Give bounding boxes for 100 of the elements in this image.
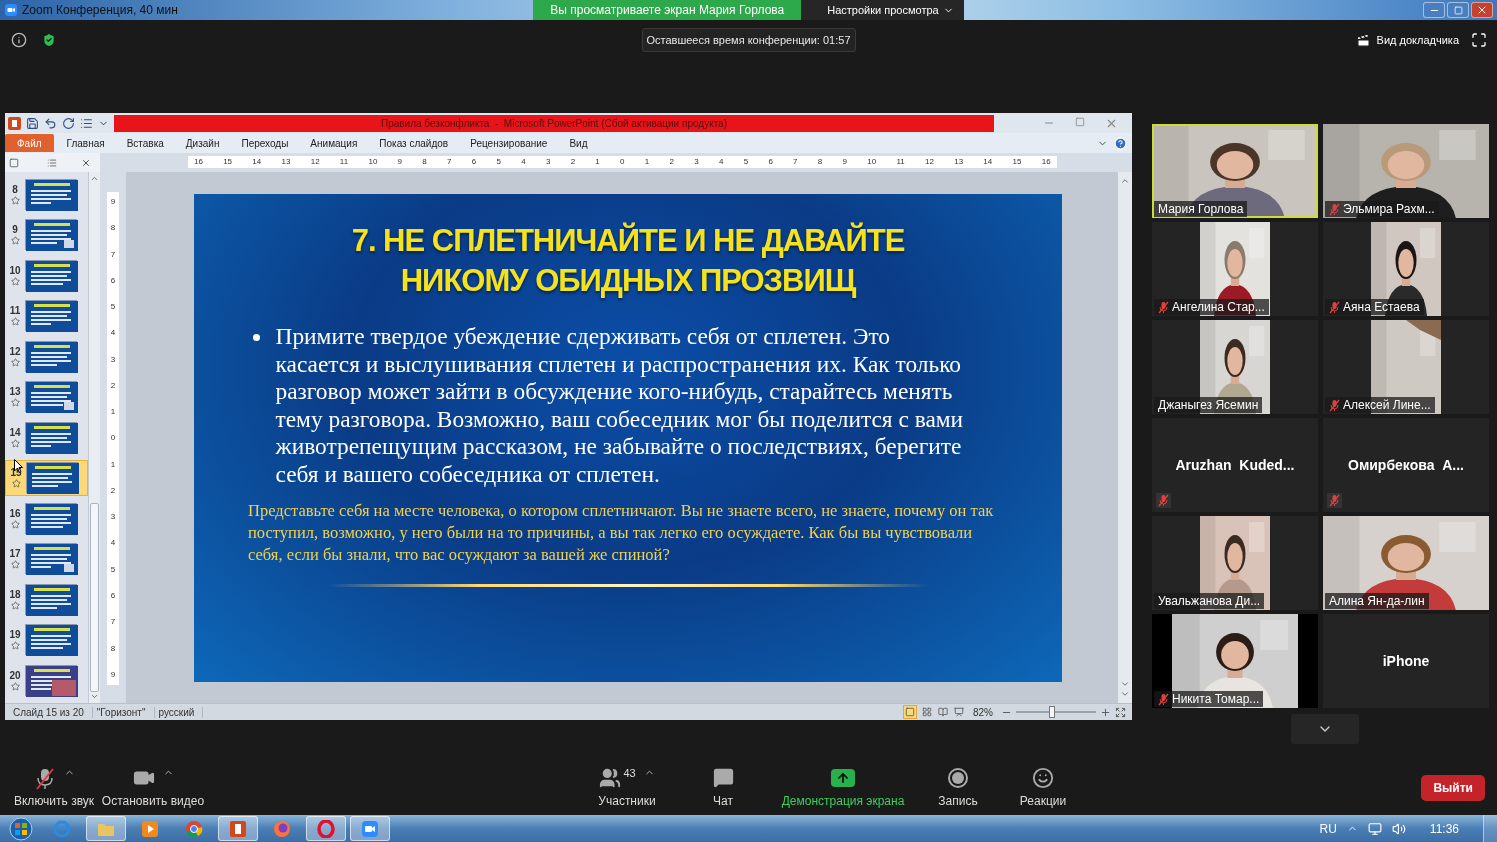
star-icon: [11, 479, 21, 489]
star-icon: [10, 438, 20, 448]
ruler-number: 8: [817, 158, 823, 166]
ribbon-tab[interactable]: Главная: [66, 134, 105, 152]
participant-name: Aruzhan Kuded...: [1175, 457, 1295, 473]
ribbon-tab[interactable]: Рецензирование: [470, 134, 548, 152]
participant-name: Никита Томар...: [1172, 692, 1260, 706]
ribbon-tab[interactable]: Вид: [569, 134, 588, 152]
ribbon-tab[interactable]: Показ слайдов: [379, 134, 449, 152]
speaker-view-icon: [1355, 32, 1371, 48]
video-tile[interactable]: Омирбекова А...: [1323, 418, 1489, 512]
maximize-button[interactable]: [1447, 2, 1469, 18]
scroll-up-icon[interactable]: [1120, 176, 1130, 186]
video-tile[interactable]: Алексей Лине...: [1323, 320, 1489, 414]
restore-button[interactable]: [1075, 116, 1085, 127]
video-tile[interactable]: Aruzhan Kuded...: [1152, 418, 1318, 512]
toolbar-button[interactable]: 43 Участники: [596, 767, 658, 808]
video-tile[interactable]: Джаныгез Ясемин: [1152, 320, 1318, 414]
language-indicator[interactable]: RU: [1319, 821, 1337, 836]
bullet-text: Примите твердое убеждение сдерживать себя от сплетен. Это касается и выслушивания сплетен и распространения их. Как только разговор может зайти в обсуждение кого-нибудь, старайтесь менять тему разговора. Возможно, ваш собеседник мог бы поделится с вами животрепещущим рассказом, не забывайте о последствиях, берегите себя и вашего собеседника от сплетен.: [275, 323, 965, 488]
outline-tab-icon[interactable]: [47, 157, 57, 168]
shield-icon[interactable]: [41, 32, 57, 48]
slideshow-icon[interactable]: [953, 706, 965, 718]
close-pane-icon[interactable]: [81, 157, 91, 168]
minimize-button[interactable]: [1423, 2, 1445, 18]
previous-slide-icon[interactable]: [1120, 679, 1130, 689]
video-tile[interactable]: Мария Горлова: [1152, 124, 1318, 218]
fullscreen-icon[interactable]: [1471, 32, 1487, 48]
view-options-button[interactable]: Настройки просмотра: [801, 0, 964, 20]
participant-name: Аяна Естаева: [1343, 300, 1420, 314]
ruler-number: 2: [570, 158, 576, 166]
video-tile[interactable]: Алина Ян-да-лин: [1323, 516, 1489, 610]
ruler-number: 0: [110, 434, 116, 443]
toolbar-button[interactable]: Чат: [693, 767, 753, 808]
time-remaining-label: Оставшееся время конференции: 01:57: [641, 28, 856, 52]
reading-view-icon[interactable]: [937, 706, 949, 718]
network-icon[interactable]: [1367, 821, 1382, 836]
ruler-number: 15: [223, 158, 233, 166]
window-title: Zoom Конференция, 40 мин: [22, 3, 178, 17]
next-slide-icon[interactable]: [1120, 689, 1130, 699]
ribbon-tab[interactable]: Файл: [5, 134, 54, 152]
redo-icon[interactable]: [62, 116, 75, 130]
speaker-view-button[interactable]: Вид докладчика: [1355, 32, 1459, 48]
close-button[interactable]: [1471, 2, 1493, 18]
ruler-number: 16: [194, 158, 203, 166]
ruler-number: 15: [1012, 158, 1022, 166]
slide-number: 16: [9, 507, 21, 519]
volume-icon[interactable]: [1391, 821, 1406, 836]
participant-name: Алексей Лине...: [1343, 398, 1431, 412]
star-icon: [10, 398, 20, 408]
reactions-icon: [1032, 767, 1054, 789]
ruler-number: 7: [447, 158, 452, 166]
ribbon-tab[interactable]: Переходы: [241, 134, 289, 152]
toolbar-button[interactable]: Остановить видео: [100, 767, 206, 808]
slide-number: 13: [9, 386, 21, 398]
ruler-number: 8: [422, 158, 427, 166]
help-icon[interactable]: [1114, 136, 1127, 150]
ruler-number: 2: [110, 486, 116, 495]
chat-icon: [712, 767, 734, 788]
ribbon-tab[interactable]: Дизайн: [185, 134, 220, 152]
ruler-number: 12: [925, 158, 934, 166]
video-tile[interactable]: Аяна Естаева: [1323, 222, 1489, 316]
ribbon-tab[interactable]: Вставка: [126, 134, 164, 152]
slide-number: 12: [9, 345, 21, 357]
toolbar-button[interactable]: Демонстрация экрана: [778, 767, 908, 808]
ruler-number: 4: [521, 158, 526, 166]
video-tile[interactable]: Никита Томар...: [1152, 614, 1318, 708]
video-tile[interactable]: Эльмира Рахм...: [1323, 124, 1489, 218]
sorter-view-icon[interactable]: [921, 706, 933, 718]
list-icon[interactable]: [80, 116, 93, 130]
participant-name: iPhone: [1382, 653, 1430, 669]
video-tile[interactable]: iPhone: [1323, 614, 1489, 708]
ruler-number: 7: [110, 250, 116, 259]
clock[interactable]: 11:36: [1429, 821, 1459, 836]
ruler-number: 7: [793, 158, 798, 166]
scrollbar-thumb[interactable]: [90, 502, 99, 693]
fit-to-window-icon[interactable]: [1115, 706, 1126, 718]
zoom-slider-thumb[interactable]: [1049, 706, 1055, 718]
slides-tab-icon[interactable]: [9, 157, 19, 168]
toolbar-button[interactable]: Реакции: [1008, 767, 1078, 808]
zoom-in-icon[interactable]: [1100, 706, 1111, 718]
show-desktop-button[interactable]: [1483, 815, 1497, 842]
undo-icon[interactable]: [44, 116, 57, 130]
video-tile[interactable]: Ангелина Стар...: [1152, 222, 1318, 316]
ruler-number: 6: [471, 158, 477, 166]
scroll-down-icon[interactable]: [90, 692, 99, 701]
leave-button[interactable]: Выйти: [1421, 774, 1485, 801]
info-icon[interactable]: [11, 32, 27, 48]
scroll-up-icon[interactable]: [90, 174, 99, 183]
star-icon: [10, 641, 20, 651]
video-tile[interactable]: Увальжанова Ди...: [1152, 516, 1318, 610]
ruler-number: 11: [896, 158, 905, 166]
toolbar-button[interactable]: Включить звук: [8, 767, 100, 808]
normal-view-icon[interactable]: [903, 705, 917, 719]
save-icon[interactable]: [26, 116, 39, 130]
folder-icon[interactable]: [86, 816, 126, 841]
ribbon-tab[interactable]: Анимация: [310, 134, 358, 152]
toolbar-button[interactable]: Запись: [928, 767, 988, 808]
star-icon: [10, 357, 20, 367]
participant-name: Увальжанова Ди...: [1158, 594, 1261, 608]
